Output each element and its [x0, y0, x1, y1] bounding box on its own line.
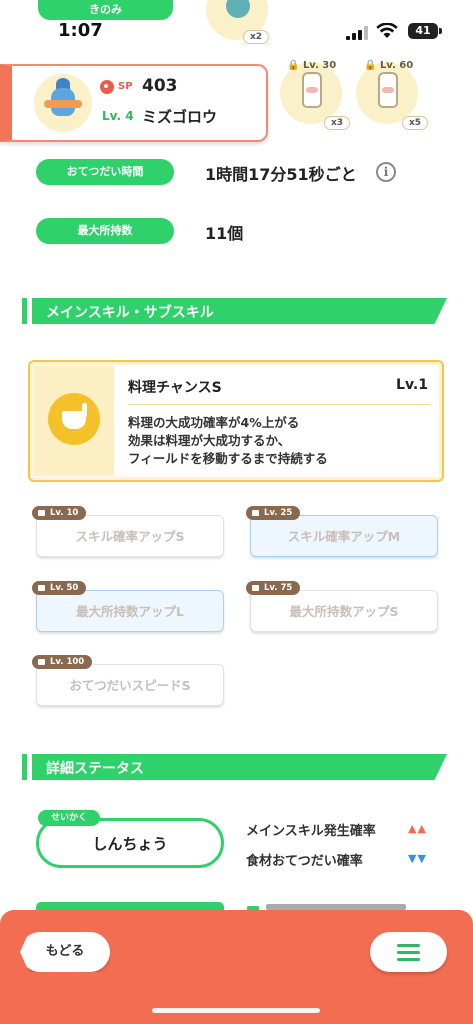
ingredient-lock-level-1: 🔒 Lv. 30: [287, 60, 337, 71]
sub-skill-3[interactable]: 最大所持数アップL: [36, 590, 224, 632]
sub-skill-4[interactable]: 最大所持数アップS: [250, 590, 438, 632]
pokemon-avatar: [34, 74, 92, 132]
wifi-icon: [376, 23, 398, 38]
ingredient-slot-1: [280, 62, 342, 124]
hamburger-menu-icon[interactable]: [370, 932, 447, 972]
sub-skill-1[interactable]: スキル確率アップS: [36, 515, 224, 557]
sub-skill-lock-3: Lv. 50: [32, 581, 87, 595]
main-skill-description: 料理の大成功確率が4%上がる 効果は料理が大成功するか、 フィールドを移動するま…: [128, 415, 328, 466]
milk-bottle-icon: [302, 72, 322, 108]
ingredient-lock-level-2: 🔒 Lv. 60: [364, 60, 414, 71]
status-bar: きのみ 1:07 41: [0, 0, 473, 52]
cooking-pot-icon: [48, 393, 100, 445]
info-button[interactable]: i: [376, 162, 396, 182]
sub-skill-5[interactable]: おてつだいスピードS: [36, 664, 224, 706]
ingredient-count-1: x3: [324, 116, 351, 130]
max-carry-value: 11個: [205, 224, 244, 243]
section-title: メインスキル・サブスキル: [46, 305, 214, 321]
section-title: 詳細ステータス: [46, 761, 144, 777]
main-skill-name: 料理チャンスS: [128, 380, 222, 396]
sub-skill-2[interactable]: スキル確率アップM: [250, 515, 438, 557]
detail-section-header: 詳細ステータス: [22, 754, 447, 780]
cellular-signal-icon: [346, 26, 368, 40]
skills-section-header: メインスキル・サブスキル: [22, 298, 447, 324]
home-indicator: [152, 1008, 320, 1013]
divider: [128, 404, 430, 405]
pokemon-name: ミズゴロウ: [142, 108, 218, 126]
sp-label: SP: [118, 81, 133, 92]
battery-indicator: 41: [408, 23, 442, 39]
sp-value: 403: [142, 76, 178, 96]
bottom-bar: もどる: [0, 910, 473, 1024]
lock-icon: 🔒: [287, 60, 300, 71]
sub-skill-lock-2: Lv. 25: [246, 506, 301, 520]
lock-icon: 🔒: [364, 60, 377, 71]
berry-tag: きのみ: [38, 0, 173, 20]
sub-skill-lock-4: Lv. 75: [246, 581, 301, 595]
main-skill-level: Lv.1: [396, 377, 428, 393]
sub-skill-lock-5: Lv. 100: [32, 655, 93, 669]
sub-skill-lock-1: Lv. 10: [32, 506, 87, 520]
back-button[interactable]: もどる: [20, 932, 110, 972]
pokemon-card[interactable]: SP 403 Lv. 4 ミズゴロウ: [0, 64, 268, 142]
max-carry-label: 最大所持数: [36, 218, 174, 244]
milk-bottle-icon: [378, 72, 398, 108]
personality-tag: せいかく: [38, 810, 100, 826]
strength-points-icon: [100, 80, 114, 94]
ingredient-count-2: x5: [402, 116, 429, 130]
ingredient-slot-2: [356, 62, 418, 124]
stat-label-up: メインスキル発生確率: [246, 824, 376, 839]
help-time-label: おてつだい時間: [36, 159, 174, 185]
help-time-value: 1時間17分51秒ごと: [205, 165, 357, 184]
up-arrows-icon: ▲▲: [408, 822, 427, 835]
down-arrows-icon: ▼▼: [408, 852, 427, 865]
status-time: 1:07: [58, 20, 103, 41]
main-skill-card[interactable]: 料理チャンスS Lv.1 料理の大成功確率が4%上がる 効果は料理が大成功するか…: [28, 360, 444, 482]
stat-label-down: 食材おてつだい確率: [246, 854, 363, 869]
pokemon-level: Lv. 4: [102, 109, 134, 123]
